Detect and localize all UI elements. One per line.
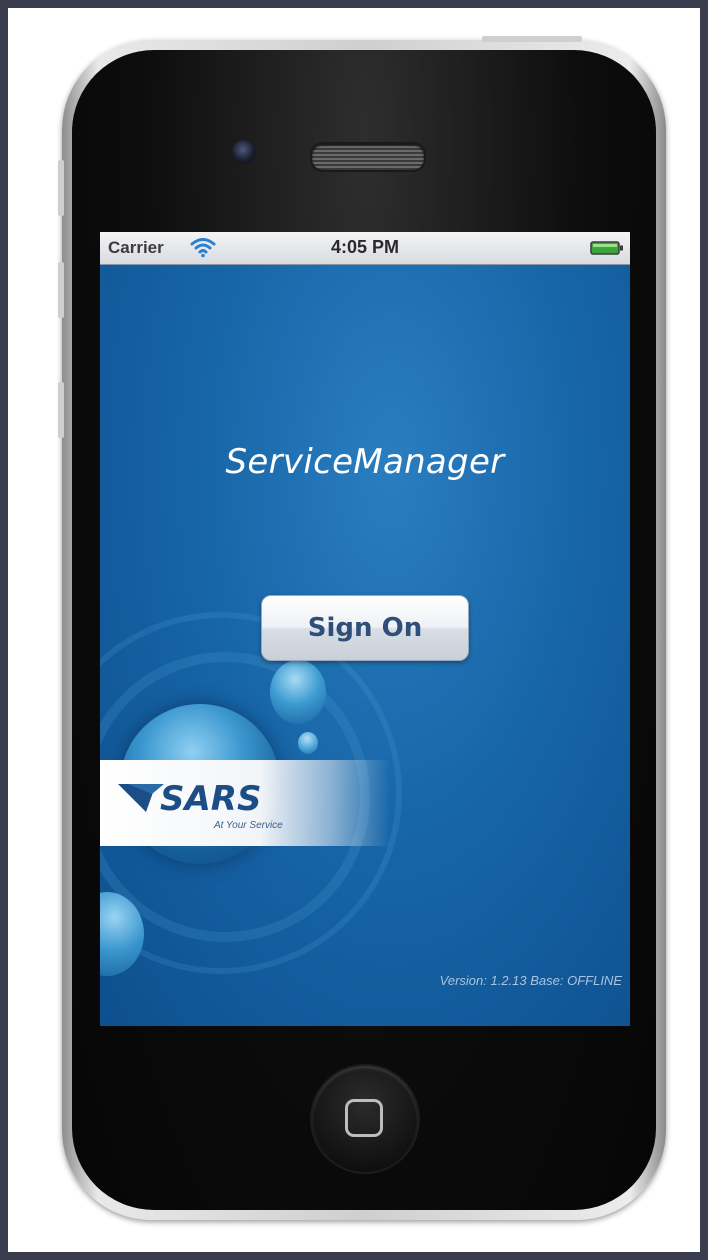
water-droplet-small <box>298 732 318 754</box>
mute-switch <box>58 160 64 216</box>
app-screen: Carrier 4:05 PM ServiceManager Sign On S… <box>100 232 630 1026</box>
sign-on-button[interactable]: Sign On <box>261 595 469 661</box>
sars-tagline: At Your Service <box>214 820 283 831</box>
status-time: 4:05 PM <box>330 237 400 257</box>
sars-banner: SARS At Your Service <box>100 760 390 846</box>
power-button <box>482 36 582 42</box>
sars-logo-text: SARS <box>160 779 261 818</box>
front-camera <box>232 140 256 164</box>
home-button[interactable] <box>312 1066 418 1172</box>
version-label: Version: 1.2.13 Base: OFFLINE <box>439 973 622 988</box>
sars-logo: SARS <box>118 779 261 818</box>
home-square-icon <box>345 1099 383 1137</box>
earpiece-speaker <box>310 142 426 172</box>
app-title: ServiceManager <box>225 442 505 482</box>
volume-up-button <box>58 262 64 318</box>
status-bar: Carrier 4:05 PM <box>100 232 630 265</box>
volume-down-button <box>58 382 64 438</box>
water-droplet-medium <box>270 660 326 724</box>
battery-icon <box>590 241 623 255</box>
